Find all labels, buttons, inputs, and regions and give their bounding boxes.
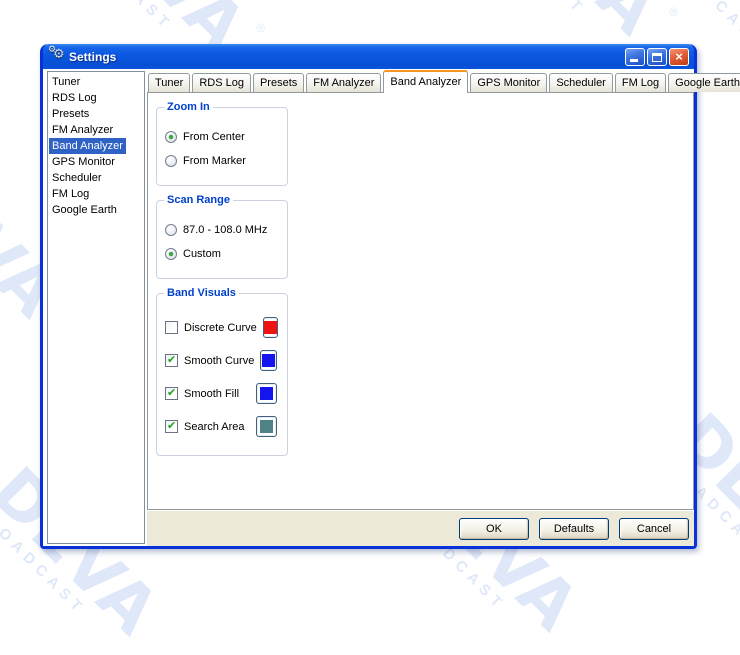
- checkbox-smooth-curve[interactable]: ✔ Smooth Curve: [165, 350, 279, 371]
- swatch-color: [262, 354, 275, 367]
- radio-label: From Marker: [183, 155, 246, 167]
- footer-bar: OK Defaults Cancel: [147, 510, 694, 546]
- swatch-color: [260, 387, 273, 400]
- color-swatch-smooth-fill[interactable]: [256, 383, 277, 404]
- group-band-visuals: Band Visuals ✔ Discrete Curve ✔ Smooth C…: [156, 293, 288, 456]
- checkbox-label: Search Area: [184, 421, 245, 433]
- tab-rds-log[interactable]: RDS Log: [192, 73, 251, 92]
- cancel-button[interactable]: Cancel: [619, 518, 689, 540]
- check-icon: ✔: [167, 419, 176, 432]
- sidebar-item-fm-log[interactable]: FM Log: [48, 186, 144, 202]
- radio-from-center[interactable]: From Center: [165, 131, 279, 143]
- check-icon: ✔: [167, 353, 176, 366]
- check-icon: ✔: [167, 386, 176, 399]
- tab-gps-monitor[interactable]: GPS Monitor: [470, 73, 547, 92]
- settings-window: ⚙ ⚙ Settings × Tuner RDS Log Presets FM …: [40, 44, 697, 549]
- tab-scheduler[interactable]: Scheduler: [549, 73, 613, 92]
- sidebar-item-google-earth[interactable]: Google Earth: [48, 202, 144, 218]
- registered-mark-icon: ®: [253, 22, 266, 35]
- checkbox-label: Discrete Curve: [184, 322, 257, 334]
- gears-icon: ⚙ ⚙: [49, 49, 66, 65]
- radio-icon: [165, 155, 177, 167]
- gear-large-icon: ⚙: [53, 46, 65, 62]
- group-zoom-in: Zoom In From Center From Marker: [156, 107, 288, 186]
- sidebar-item-presets[interactable]: Presets: [48, 106, 144, 122]
- tab-google-earth[interactable]: Google Earth: [668, 73, 740, 92]
- window-controls: ×: [625, 48, 689, 66]
- radio-icon: [165, 224, 177, 236]
- color-swatch-smooth-curve[interactable]: [260, 350, 277, 371]
- checkbox-discrete-curve[interactable]: ✔ Discrete Curve: [165, 317, 279, 338]
- tab-tuner[interactable]: Tuner: [148, 73, 190, 92]
- group-title: Zoom In: [164, 101, 213, 113]
- sidebar-item-tuner[interactable]: Tuner: [48, 74, 144, 90]
- minimize-icon: [630, 59, 638, 62]
- checkbox-icon: ✔: [165, 321, 178, 334]
- color-swatch-discrete-curve[interactable]: [263, 317, 278, 338]
- radio-icon: [165, 131, 177, 143]
- registered-mark-icon: ®: [666, 6, 679, 19]
- ok-button[interactable]: OK: [459, 518, 529, 540]
- titlebar[interactable]: ⚙ ⚙ Settings ×: [43, 44, 694, 69]
- radio-from-marker[interactable]: From Marker: [165, 155, 279, 167]
- client-area: Tuner RDS Log Presets FM Analyzer Band A…: [43, 69, 694, 546]
- tab-fm-log[interactable]: FM Log: [615, 73, 666, 92]
- checkbox-icon: ✔: [165, 354, 178, 367]
- swatch-color: [260, 420, 273, 433]
- sidebar-item-rds-log[interactable]: RDS Log: [48, 90, 144, 106]
- radio-icon: [165, 248, 177, 260]
- sidebar-item-band-analyzer[interactable]: Band Analyzer: [48, 138, 144, 154]
- close-icon: ×: [675, 49, 683, 64]
- settings-category-list: Tuner RDS Log Presets FM Analyzer Band A…: [47, 71, 145, 544]
- maximize-button[interactable]: [647, 48, 667, 66]
- sidebar: Tuner RDS Log Presets FM Analyzer Band A…: [43, 69, 147, 546]
- minimize-button[interactable]: [625, 48, 645, 66]
- tab-bar: Tuner RDS Log Presets FM Analyzer Band A…: [147, 69, 694, 92]
- sidebar-item-gps-monitor[interactable]: GPS Monitor: [48, 154, 144, 170]
- group-title: Band Visuals: [164, 287, 239, 299]
- radio-label: 87.0 - 108.0 MHz: [183, 224, 267, 236]
- tab-fm-analyzer[interactable]: FM Analyzer: [306, 73, 381, 92]
- checkbox-icon: ✔: [165, 420, 178, 433]
- defaults-button[interactable]: Defaults: [539, 518, 609, 540]
- radio-full-range[interactable]: 87.0 - 108.0 MHz: [165, 224, 279, 236]
- sidebar-item-scheduler[interactable]: Scheduler: [48, 170, 144, 186]
- swatch-color: [264, 321, 277, 334]
- tab-band-analyzer[interactable]: Band Analyzer: [383, 70, 468, 93]
- content-column: Tuner RDS Log Presets FM Analyzer Band A…: [147, 69, 694, 546]
- checkbox-label: Smooth Fill: [184, 388, 239, 400]
- close-button[interactable]: ×: [669, 48, 689, 66]
- checkbox-label: Smooth Curve: [184, 355, 254, 367]
- maximize-icon: [652, 53, 662, 62]
- group-scan-range: Scan Range 87.0 - 108.0 MHz Custom: [156, 200, 288, 279]
- checkbox-smooth-fill[interactable]: ✔ Smooth Fill: [165, 383, 279, 404]
- sidebar-item-fm-analyzer[interactable]: FM Analyzer: [48, 122, 144, 138]
- tab-panel-band-analyzer: Zoom In From Center From Marker Scan Ran…: [147, 92, 694, 510]
- group-title: Scan Range: [164, 194, 233, 206]
- tab-presets[interactable]: Presets: [253, 73, 304, 92]
- checkbox-icon: ✔: [165, 387, 178, 400]
- window-title: Settings: [69, 50, 116, 64]
- checkbox-search-area[interactable]: ✔ Search Area: [165, 416, 279, 437]
- radio-label: Custom: [183, 248, 221, 260]
- color-swatch-search-area[interactable]: [256, 416, 277, 437]
- radio-custom[interactable]: Custom: [165, 248, 279, 260]
- radio-label: From Center: [183, 131, 245, 143]
